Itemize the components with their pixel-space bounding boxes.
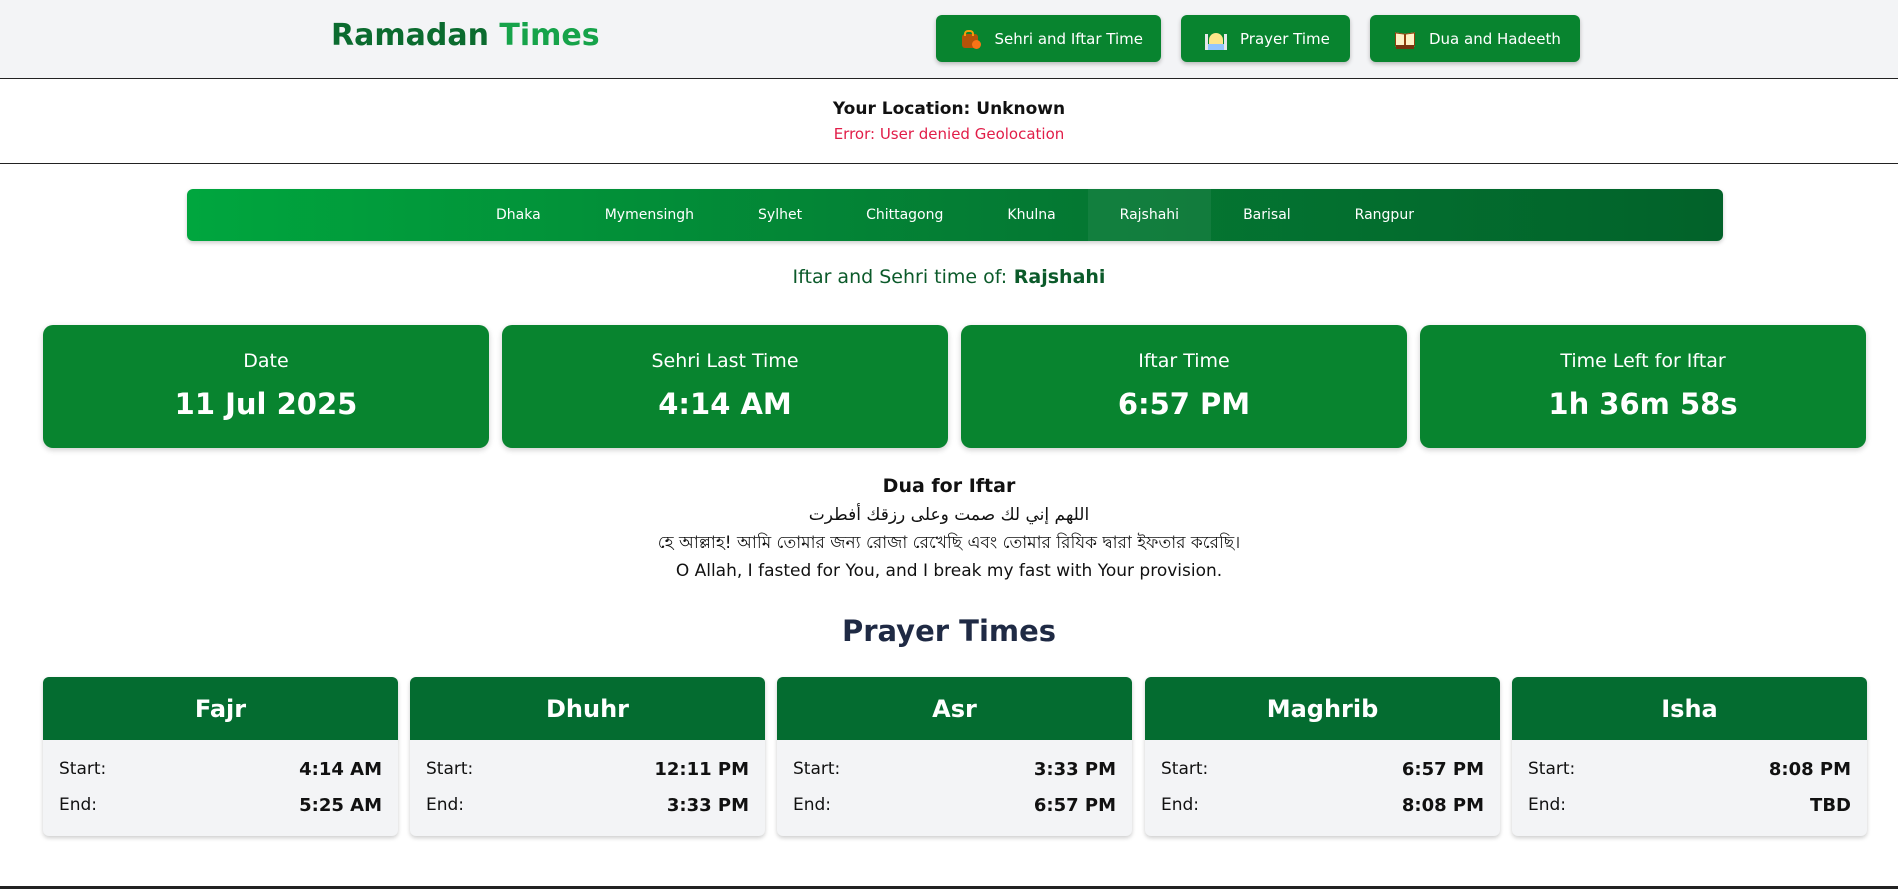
prayer-time-label: Prayer Time [1240, 29, 1330, 48]
end-time: 5:25 AM [299, 795, 382, 816]
prayer-card-dhuhr: Dhuhr Start: 12:11 PM End: 3:33 PM [410, 677, 765, 836]
city-tab-sylhet[interactable]: Sylhet [726, 189, 834, 241]
prayer-card-asr: Asr Start: 3:33 PM End: 6:57 PM [777, 677, 1132, 836]
prayer-name: Dhuhr [410, 677, 765, 740]
dua-hadeeth-button[interactable]: Dua and Hadeeth [1370, 15, 1580, 62]
end-label: End: [59, 795, 98, 815]
city-tab-dhaka[interactable]: Dhaka [464, 189, 573, 241]
selected-city-heading: Iftar and Sehri time of: Rajshahi [0, 266, 1898, 288]
prayer-end-row: End: 6:57 PM [793, 795, 1116, 816]
prayer-end-row: End: 5:25 AM [59, 795, 382, 816]
food-bag-icon [960, 28, 981, 50]
time-left-card-value: 1h 36m 58s [1548, 387, 1738, 421]
prayer-name: Maghrib [1145, 677, 1500, 740]
start-label: Start: [1161, 759, 1209, 779]
iftar-card-value: 6:57 PM [1117, 387, 1251, 421]
end-label: End: [793, 795, 832, 815]
end-label: End: [426, 795, 465, 815]
open-book-icon [1394, 28, 1416, 50]
date-card-title: Date [243, 350, 289, 372]
prayer-name: Fajr [43, 677, 398, 740]
prayer-end-row: End: 8:08 PM [1161, 795, 1484, 816]
start-label: Start: [426, 759, 474, 779]
sehri-card: Sehri Last Time 4:14 AM [502, 325, 948, 448]
prayer-card-fajr: Fajr Start: 4:14 AM End: 5:25 AM [43, 677, 398, 836]
start-label: Start: [59, 759, 107, 779]
sehri-iftar-time-label: Sehri and Iftar Time [994, 29, 1143, 48]
city-tab-rajshahi[interactable]: Rajshahi [1087, 189, 1212, 241]
date-card-value: 11 Jul 2025 [174, 387, 358, 421]
selected-city-name: Rajshahi [1013, 266, 1106, 288]
start-time: 8:08 PM [1768, 759, 1851, 780]
time-left-card-title: Time Left for Iftar [1560, 350, 1726, 372]
start-time: 4:14 AM [299, 759, 382, 780]
brand-word-times: Times [499, 18, 600, 53]
location-text: Your Location: Unknown [832, 99, 1066, 119]
prayer-time-button[interactable]: Prayer Time [1181, 15, 1350, 62]
prayer-name: Asr [777, 677, 1132, 740]
prayer-start-row: Start: 3:33 PM [793, 759, 1116, 780]
brand-logo[interactable]: Ramadan Times [331, 18, 600, 53]
dua-title: Dua for Iftar [882, 475, 1016, 497]
iftar-card: Iftar Time 6:57 PM [961, 325, 1407, 448]
brand-word-ramadan: Ramadan [331, 18, 489, 53]
city-selector-bar: Dhaka Mymensingh Sylhet Chittagong Khuln… [187, 189, 1723, 241]
date-card: Date 11 Jul 2025 [43, 325, 489, 448]
prayer-times-title: Prayer Times [841, 614, 1057, 648]
start-label: Start: [1528, 759, 1576, 779]
dua-bengali: হে আল্লাহ! আমি তোমার জন্য রোজা রেখেছি এব… [657, 533, 1241, 553]
dua-section: Dua for Iftar اللهم إني لك صمت وعلى رزقك… [0, 474, 1898, 586]
end-label: End: [1528, 795, 1567, 815]
end-time: 8:08 PM [1401, 795, 1484, 816]
end-label: End: [1161, 795, 1200, 815]
location-section: Your Location: Unknown Error: User denie… [0, 80, 1898, 164]
iftar-card-title: Iftar Time [1138, 350, 1230, 372]
end-time: TBD [1810, 795, 1851, 816]
city-tab-rangpur[interactable]: Rangpur [1323, 189, 1446, 241]
start-time: 12:11 PM [654, 759, 749, 780]
prayer-end-row: End: 3:33 PM [426, 795, 749, 816]
prayer-card-isha: Isha Start: 8:08 PM End: TBD [1512, 677, 1867, 836]
sehri-card-title: Sehri Last Time [651, 350, 799, 372]
prayer-start-row: Start: 4:14 AM [59, 759, 382, 780]
mosque-icon [1205, 28, 1227, 50]
prayer-end-row: End: TBD [1528, 795, 1851, 816]
top-header: Ramadan Times Sehri and Iftar Time Praye… [0, 0, 1898, 79]
sehri-iftar-time-button[interactable]: Sehri and Iftar Time [936, 15, 1161, 62]
prayer-start-row: Start: 8:08 PM [1528, 759, 1851, 780]
selected-city-label: Iftar and Sehri time of: [792, 266, 1008, 288]
prayer-name: Isha [1512, 677, 1867, 740]
city-tab-barisal[interactable]: Barisal [1211, 189, 1323, 241]
end-time: 3:33 PM [666, 795, 749, 816]
prayer-start-row: Start: 6:57 PM [1161, 759, 1484, 780]
start-time: 3:33 PM [1033, 759, 1116, 780]
end-time: 6:57 PM [1033, 795, 1116, 816]
city-tab-mymensingh[interactable]: Mymensingh [573, 189, 726, 241]
location-error: Error: User denied Geolocation [833, 125, 1065, 143]
start-label: Start: [793, 759, 841, 779]
dua-arabic: اللهم إني لك صمت وعلى رزقك أفطرت [808, 505, 1090, 525]
sehri-card-value: 4:14 AM [658, 387, 792, 421]
dua-english: O Allah, I fasted for You, and I break m… [675, 561, 1223, 581]
start-time: 6:57 PM [1401, 759, 1484, 780]
time-left-card: Time Left for Iftar 1h 36m 58s [1420, 325, 1866, 448]
prayer-start-row: Start: 12:11 PM [426, 759, 749, 780]
dua-hadeeth-label: Dua and Hadeeth [1429, 29, 1561, 48]
city-tab-khulna[interactable]: Khulna [975, 189, 1087, 241]
prayer-card-maghrib: Maghrib Start: 6:57 PM End: 8:08 PM [1145, 677, 1500, 836]
city-tab-chittagong[interactable]: Chittagong [834, 189, 975, 241]
